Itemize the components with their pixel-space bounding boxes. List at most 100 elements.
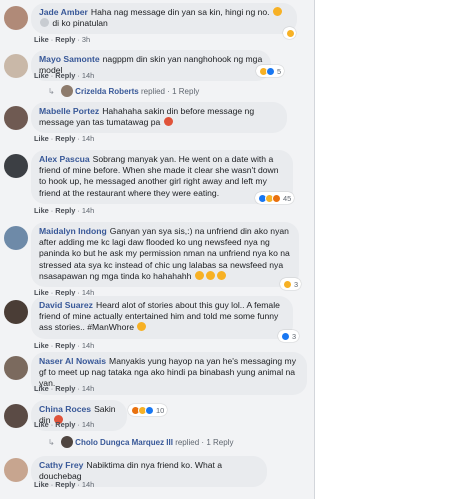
separator: · (50, 480, 54, 489)
reaction-summary[interactable]: 45 (255, 192, 295, 204)
like-link[interactable]: Like (34, 134, 49, 143)
timestamp[interactable]: 14h (82, 420, 94, 429)
reply-author[interactable]: Cholo Dungca Marquez III (75, 438, 173, 447)
reaction-summary[interactable]: 10 (128, 404, 168, 416)
timestamp[interactable]: 14h (82, 206, 94, 215)
like-link[interactable]: Like (34, 35, 49, 44)
like-link[interactable]: Like (34, 420, 49, 429)
separator: · (50, 384, 54, 393)
commenter-name[interactable]: Mayo Samonte (39, 54, 100, 64)
reaction-summary[interactable] (283, 27, 296, 39)
comment-bubble: Maidalyn Indong Ganyan yan sya sis,:) na … (31, 222, 299, 288)
avatar[interactable] (4, 106, 28, 130)
comment-actions: Like · Reply · 14h (34, 341, 94, 350)
avatar[interactable] (4, 458, 28, 482)
avatar[interactable] (4, 154, 28, 178)
laughing-emoji-icon (216, 270, 226, 280)
like-link[interactable]: Like (34, 341, 49, 350)
reaction-count: 5 (277, 66, 282, 76)
commenter-name[interactable]: Maidalyn Indong (39, 226, 107, 236)
avatar[interactable] (4, 54, 28, 78)
timestamp[interactable]: 3h (82, 35, 90, 44)
commenter-name[interactable]: Alex Pascua (39, 154, 90, 164)
reaction-summary[interactable]: 3 (280, 278, 302, 290)
like-link[interactable]: Like (34, 71, 49, 80)
wow-reaction-icon (272, 193, 281, 203)
reply-link[interactable]: Reply (55, 35, 75, 44)
reply-link[interactable]: Reply (55, 341, 75, 350)
reaction-count: 45 (283, 193, 292, 203)
avatar[interactable] (4, 300, 28, 324)
separator: · (77, 420, 80, 429)
laughing-emoji-icon (194, 270, 204, 280)
comment-text-cont: di ko pinatulan (52, 18, 108, 29)
comment-actions: Like · Reply · 14h (34, 134, 94, 143)
commenter-name[interactable]: David Suarez (39, 300, 93, 310)
reply-link[interactable]: Reply (55, 71, 75, 80)
haha-reaction-icon (286, 28, 295, 38)
comment-actions: Like · Reply · 3h (34, 35, 90, 44)
reply-link[interactable]: Reply (55, 384, 75, 393)
angry-emoji-icon (163, 117, 173, 127)
separator: · (77, 206, 80, 215)
comment-bubble: Mabelle Portez Hahahaha sakin din before … (31, 102, 287, 134)
replies-link[interactable]: ↳ Crizelda Roberts replied · 1 Reply (48, 82, 199, 97)
comment-actions: Like · Reply · 14h (34, 71, 94, 80)
separator: · (50, 341, 54, 350)
separator: · (50, 35, 54, 44)
commenter-name[interactable]: Jade Amber (39, 7, 88, 17)
skull-emoji-icon (40, 18, 49, 28)
commenter-name[interactable]: Cathy Frey (39, 460, 83, 470)
commenter-name[interactable]: China Roces (39, 404, 91, 414)
comment-actions: Like · Reply · 14h (34, 206, 94, 215)
avatar[interactable] (4, 226, 28, 250)
comment-actions: Like · Reply · 14h (34, 420, 94, 429)
reaction-count: 3 (292, 331, 297, 341)
like-link[interactable]: Like (34, 206, 49, 215)
like-reaction-icon (266, 66, 275, 76)
separator: · (77, 134, 80, 143)
separator: · (50, 134, 54, 143)
timestamp[interactable]: 14h (82, 71, 94, 80)
comment-bubble: Alex Pascua Sobrang manyak yan. He went o… (31, 150, 293, 204)
commenter-name[interactable]: Naser Al Nowais (39, 356, 106, 366)
reaction-summary[interactable]: 3 (278, 330, 300, 342)
separator: · (77, 384, 80, 393)
replies-link[interactable]: ↳ Cholo Dungca Marquez III replied · 1 R… (48, 433, 233, 448)
comment-bubble: David Suarez Heard alot of stories about … (31, 296, 293, 339)
comment-bubble: Jade Amber Haha nag message din yan sa ki… (31, 3, 297, 35)
reaction-summary[interactable]: 5 (256, 65, 285, 77)
timestamp[interactable]: 14h (82, 134, 94, 143)
comment-text: Haha nag message din yan sa kin, hingi n… (90, 7, 270, 17)
reply-count[interactable]: replied · 1 Reply (141, 87, 199, 96)
timestamp[interactable]: 14h (82, 480, 94, 489)
laughing-emoji-icon (205, 270, 215, 280)
reply-arrow-icon: ↳ (48, 87, 55, 96)
timestamp[interactable]: 14h (82, 341, 94, 350)
commenter-name[interactable]: Mabelle Portez (39, 106, 99, 116)
laughing-emoji-icon (272, 7, 282, 16)
separator: · (77, 480, 80, 489)
separator: · (50, 420, 54, 429)
reply-author[interactable]: Crizelda Roberts (75, 87, 139, 96)
avatar[interactable] (4, 6, 28, 30)
reply-link[interactable]: Reply (55, 420, 75, 429)
comments-panel: Jade Amber Haha nag message din yan sa ki… (0, 0, 315, 499)
reply-link[interactable]: Reply (55, 206, 75, 215)
like-link[interactable]: Like (34, 480, 49, 489)
comment-actions: Like · Reply · 14h (34, 480, 94, 489)
separator: · (77, 35, 80, 44)
separator: · (50, 206, 54, 215)
avatar (60, 85, 73, 97)
timestamp[interactable]: 14h (82, 384, 94, 393)
reply-link[interactable]: Reply (55, 480, 75, 489)
haha-reaction-icon (283, 279, 292, 289)
reply-link[interactable]: Reply (55, 134, 75, 143)
laughing-emoji-icon (137, 322, 147, 332)
avatar[interactable] (4, 356, 28, 380)
like-link[interactable]: Like (34, 384, 49, 393)
avatar[interactable] (4, 404, 28, 428)
separator: · (77, 341, 80, 350)
reply-count[interactable]: replied · 1 Reply (175, 438, 233, 447)
like-reaction-icon (145, 405, 154, 415)
